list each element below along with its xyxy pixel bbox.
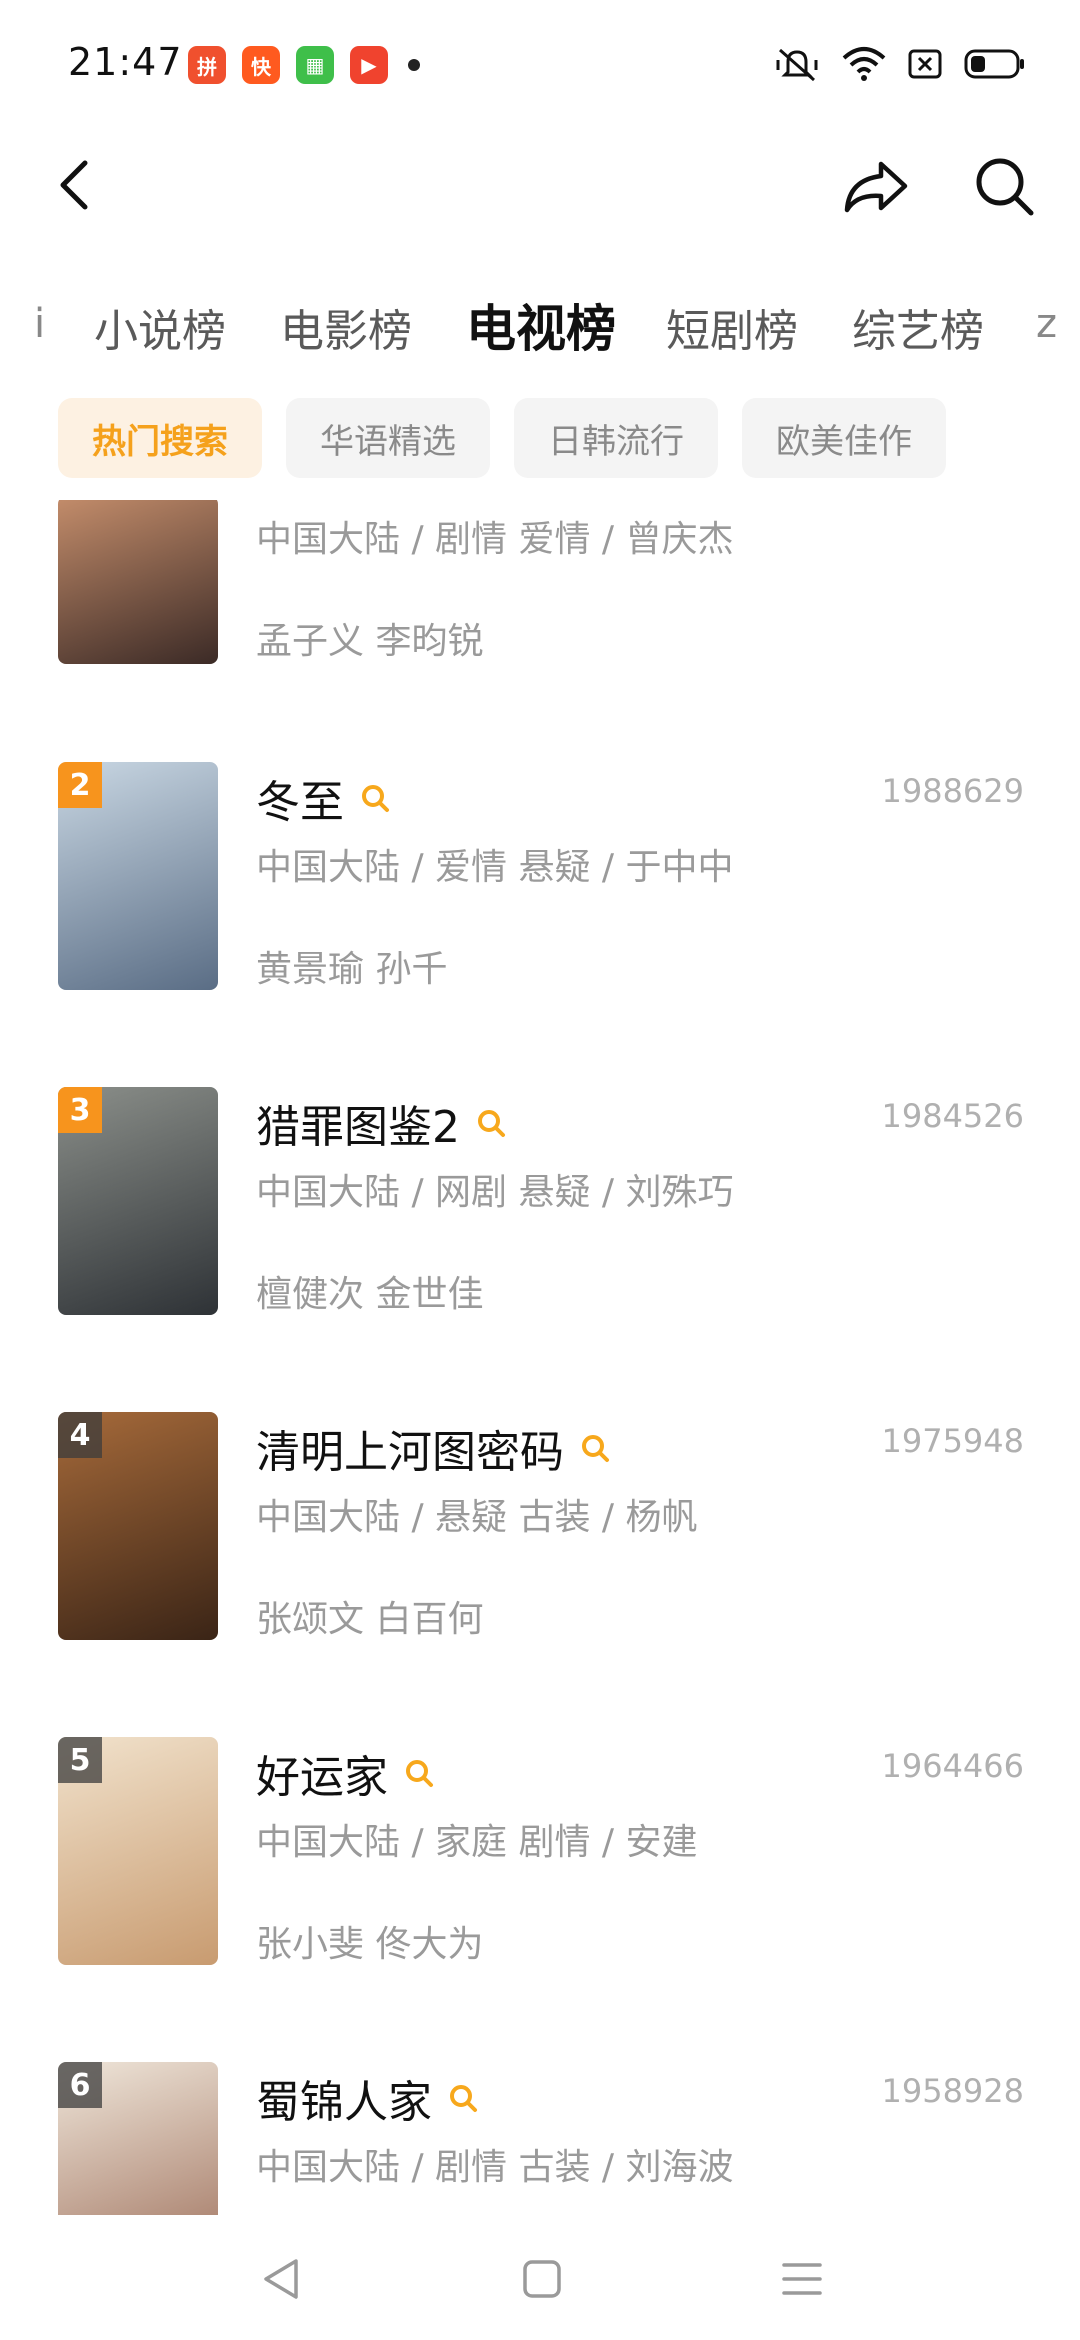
poster-image[interactable]: 5 xyxy=(58,1737,218,1965)
search-count: 1964466 xyxy=(881,1747,1024,1785)
search-count: 1988629 xyxy=(881,772,1024,810)
rank-badge: 5 xyxy=(58,1737,102,1783)
triangle-back-icon xyxy=(264,2259,298,2299)
search-button[interactable] xyxy=(964,148,1044,224)
battery-icon xyxy=(964,48,1026,80)
system-nav-bar xyxy=(0,2215,1080,2340)
item-meta: 中国大陆 / 家庭 剧情 / 安建 xyxy=(256,1822,698,1863)
square-home-icon xyxy=(523,2260,561,2298)
item-title[interactable]: 蜀锦人家 xyxy=(256,2066,432,2130)
mute-vibrate-icon xyxy=(774,44,820,84)
search-count: 1958928 xyxy=(881,2072,1024,2110)
more-notifications-dot-icon xyxy=(408,59,420,71)
item-title[interactable]: 冬至 xyxy=(256,766,344,830)
item-meta: 中国大陆 / 爱情 悬疑 / 于中中 xyxy=(256,847,734,888)
back-button[interactable] xyxy=(40,150,110,220)
item-meta: 中国大陆 / 剧情 古装 / 刘海波 xyxy=(256,2147,734,2188)
poster-image[interactable]: 3 xyxy=(58,1087,218,1315)
ranking-list[interactable]: 中国大陆 / 剧情 爱情 / 曾庆杰 孟子义 李昀锐 2 冬至 1988629 … xyxy=(0,500,1080,2215)
search-count: 1975948 xyxy=(881,1422,1024,1460)
nav-back-button[interactable] xyxy=(250,2249,310,2309)
share-button[interactable] xyxy=(836,148,916,224)
status-time: 21:47 xyxy=(68,40,183,84)
filter-chips: 热门搜索 华语精选 日韩流行 欧美佳作 xyxy=(58,398,946,478)
nav-menu-button[interactable] xyxy=(772,2249,832,2309)
nav-home-button[interactable] xyxy=(512,2249,572,2309)
tab-short-drama[interactable]: 短剧榜 xyxy=(666,295,798,359)
rank-badge: 6 xyxy=(58,2062,102,2108)
rank-badge: 3 xyxy=(58,1087,102,1133)
poster-image[interactable]: 2 xyxy=(58,762,218,990)
item-title[interactable]: 猎罪图鉴2 xyxy=(256,1091,460,1155)
search-icon xyxy=(976,158,1034,216)
tab-tv[interactable]: 电视榜 xyxy=(466,289,616,361)
item-meta: 中国大陆 / 网剧 悬疑 / 刘殊巧 xyxy=(256,1172,734,1213)
list-item[interactable]: 5 好运家 1964466 中国大陆 / 家庭 剧情 / 安建 张小斐 佟大为 xyxy=(0,1737,1080,2062)
chip-hot-search[interactable]: 热门搜索 xyxy=(58,398,262,478)
search-count: 1984526 xyxy=(881,1097,1024,1135)
item-title[interactable]: 清明上河图密码 xyxy=(256,1416,564,1480)
tab-left-edge[interactable]: ⅰ xyxy=(34,301,45,347)
status-bar: 21:47 拼快 ▦ ▶ xyxy=(0,0,1080,130)
system-icons xyxy=(774,44,1026,84)
poster-image[interactable]: 4 xyxy=(58,1412,218,1640)
list-item[interactable]: 2 冬至 1988629 中国大陆 / 爱情 悬疑 / 于中中 黄景瑜 孙千 xyxy=(0,762,1080,1087)
poster-image[interactable]: 6 xyxy=(58,2062,218,2215)
search-icon[interactable] xyxy=(448,2083,478,2113)
wifi-icon xyxy=(842,46,886,82)
pdd-app-icon: 拼 xyxy=(188,46,226,84)
search-icon[interactable] xyxy=(580,1433,610,1463)
list-item[interactable]: 3 猎罪图鉴2 1984526 中国大陆 / 网剧 悬疑 / 刘殊巧 檀健次 金… xyxy=(0,1087,1080,1412)
item-meta: 中国大陆 / 剧情 爱情 / 曾庆杰 xyxy=(256,519,734,560)
kuaishou-app-icon: 快 xyxy=(242,46,280,84)
rank-badge: 2 xyxy=(58,762,102,808)
tab-variety[interactable]: 综艺榜 xyxy=(852,295,984,359)
tab-right-edge[interactable]: z xyxy=(1036,301,1057,347)
item-actors: 张小斐 佟大为 xyxy=(256,1924,484,1965)
list-item[interactable]: 6 蜀锦人家 1958928 中国大陆 / 剧情 古装 / 刘海波 xyxy=(0,2062,1080,2215)
rank-badge: 4 xyxy=(58,1412,102,1458)
chip-western-picks[interactable]: 欧美佳作 xyxy=(742,398,946,478)
item-meta: 中国大陆 / 悬疑 古装 / 杨帆 xyxy=(256,1497,698,1538)
item-actors: 黄景瑜 孙千 xyxy=(256,949,448,990)
share-icon xyxy=(844,161,908,213)
search-icon[interactable] xyxy=(476,1108,506,1138)
search-icon[interactable] xyxy=(404,1758,434,1788)
item-actors: 檀健次 金世佳 xyxy=(256,1274,484,1315)
sim-card-icon xyxy=(908,48,942,80)
item-actors: 张颂文 白百何 xyxy=(256,1599,484,1640)
top-app-bar xyxy=(0,130,1080,240)
tab-novel[interactable]: 小说榜 xyxy=(94,295,226,359)
store-app-icon: ▦ xyxy=(296,46,334,84)
search-icon[interactable] xyxy=(360,783,390,813)
item-title[interactable]: 好运家 xyxy=(256,1741,388,1805)
chip-chinese-picks[interactable]: 华语精选 xyxy=(286,398,490,478)
item-actors: 孟子义 李昀锐 xyxy=(256,621,484,662)
chip-jp-kr-popular[interactable]: 日韩流行 xyxy=(514,398,718,478)
chevron-left-icon xyxy=(60,160,88,210)
menu-icon xyxy=(782,2263,822,2295)
poster-image[interactable] xyxy=(58,500,218,664)
video-app-icon: ▶ xyxy=(350,46,388,84)
category-tabs: ⅰ 小说榜 电影榜 电视榜 短剧榜 综艺榜 z xyxy=(0,285,1080,375)
tab-movie[interactable]: 电影榜 xyxy=(280,295,412,359)
notification-app-icons: 拼快 ▦ ▶ xyxy=(188,46,420,84)
list-item[interactable]: 4 清明上河图密码 1975948 中国大陆 / 悬疑 古装 / 杨帆 张颂文 … xyxy=(0,1412,1080,1737)
